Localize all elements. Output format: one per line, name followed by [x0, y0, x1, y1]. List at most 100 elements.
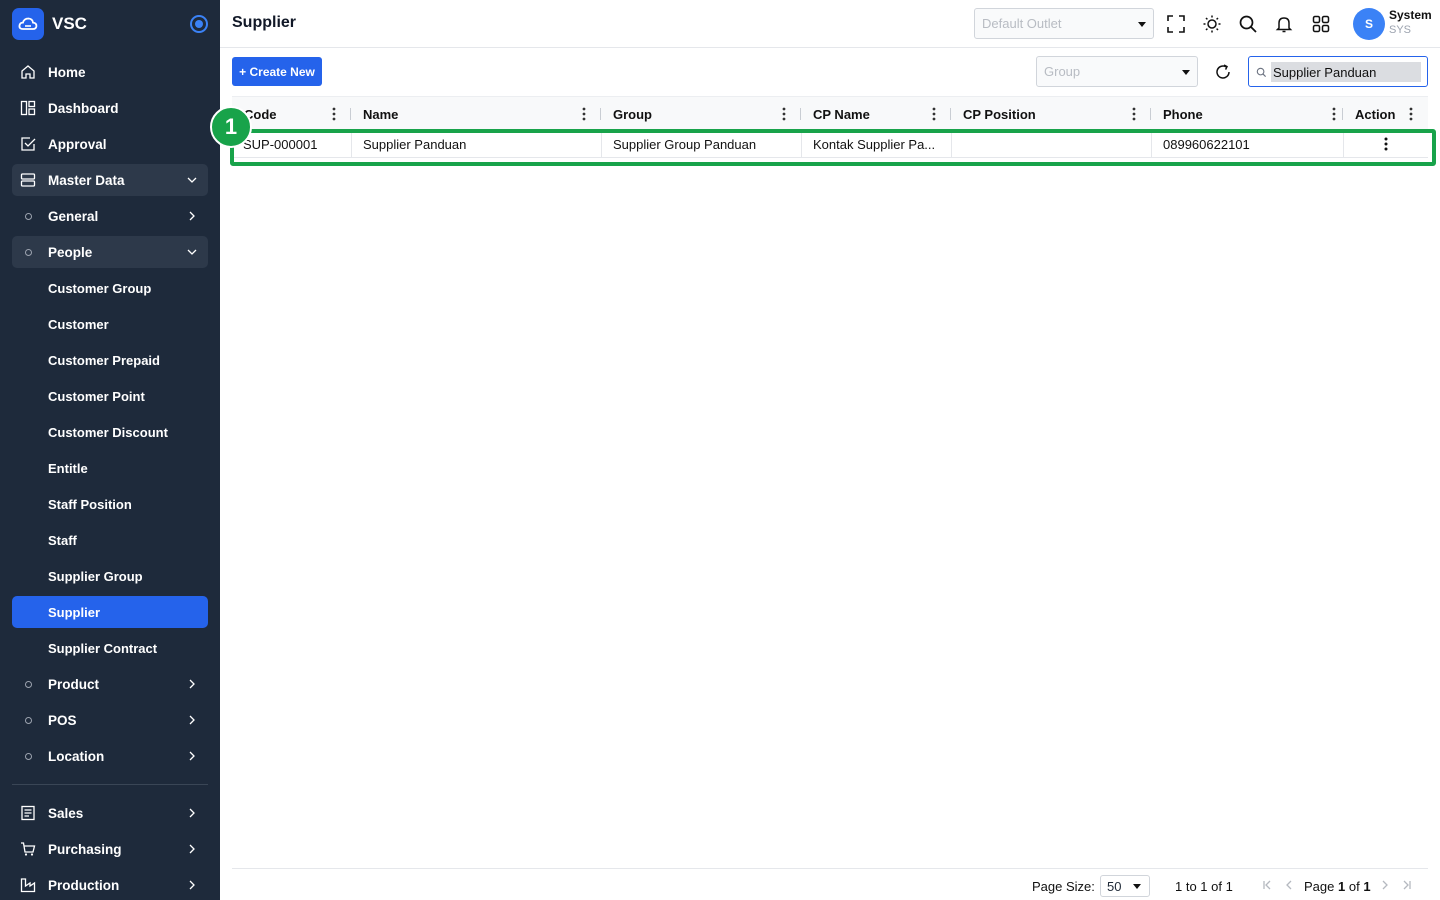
cell-group[interactable]: Supplier Group Panduan: [602, 130, 802, 158]
sidebar-item-label: Master Data: [48, 172, 125, 188]
column-menu-icon[interactable]: [1132, 107, 1136, 121]
column-header-action[interactable]: Action: [1344, 97, 1428, 131]
next-page-icon[interactable]: [1380, 880, 1390, 890]
sidebar-item-location[interactable]: Location: [12, 740, 208, 772]
page-current: 1: [1338, 879, 1346, 894]
column-header-cp-name[interactable]: CP Name: [802, 97, 952, 131]
column-header-cp-position[interactable]: CP Position: [952, 97, 1152, 131]
caret-down-icon: [1182, 70, 1190, 75]
column-menu-icon[interactable]: [1409, 107, 1413, 121]
search-input[interactable]: [1271, 62, 1421, 82]
search-icon: [1256, 67, 1267, 78]
sidebar-item-master-data[interactable]: Master Data: [12, 164, 208, 196]
sidebar-item-label: Customer: [48, 316, 109, 332]
sidebar-item-supplier-contract[interactable]: Supplier Contract: [12, 632, 208, 664]
sidebar-item-label: Production: [48, 877, 120, 893]
column-separator[interactable]: [800, 108, 801, 120]
circle-bullet-icon: [25, 753, 32, 760]
sidebar-item-supplier-group[interactable]: Supplier Group: [12, 560, 208, 592]
prev-page-icon[interactable]: [1284, 880, 1294, 890]
sidebar-item-pos[interactable]: POS: [12, 704, 208, 736]
dashboard-icon: [20, 100, 36, 116]
sidebar-item-staff[interactable]: Staff: [12, 524, 208, 556]
column-menu-icon[interactable]: [932, 107, 936, 121]
sidebar-item-sales[interactable]: Sales: [12, 797, 208, 829]
row-action-menu-icon[interactable]: [1384, 137, 1388, 151]
outlet-select[interactable]: Default Outlet: [974, 8, 1154, 39]
sidebar-item-label: Supplier Contract: [48, 640, 158, 656]
sidebar-item-customer[interactable]: Customer: [12, 308, 208, 340]
chevron-right-icon: [189, 808, 195, 818]
column-separator[interactable]: [950, 108, 951, 120]
first-page-icon[interactable]: [1262, 880, 1272, 890]
column-menu-icon[interactable]: [332, 107, 336, 121]
sidebar-toggle-icon[interactable]: [190, 15, 208, 33]
apps-grid-icon[interactable]: [1311, 14, 1331, 34]
sidebar-item-customer-point[interactable]: Customer Point: [12, 380, 208, 412]
chevron-right-icon: [189, 844, 195, 854]
chevron-right-icon: [189, 211, 195, 221]
sidebar-item-approval[interactable]: Approval: [12, 128, 208, 160]
column-menu-icon[interactable]: [582, 107, 586, 121]
cell-cp-position[interactable]: [952, 130, 1152, 158]
column-menu-icon[interactable]: [782, 107, 786, 121]
create-new-button[interactable]: + Create New: [232, 57, 322, 86]
sidebar-item-home[interactable]: Home: [12, 56, 208, 88]
row-range: 1 to 1 of 1: [1175, 879, 1233, 894]
column-header-group[interactable]: Group: [602, 97, 802, 131]
sidebar-item-label: POS: [48, 712, 77, 728]
sidebar-item-customer-group[interactable]: Customer Group: [12, 272, 208, 304]
circle-bullet-icon: [25, 249, 32, 256]
avatar[interactable]: S: [1353, 8, 1385, 40]
sidebar-item-staff-position[interactable]: Staff Position: [12, 488, 208, 520]
refresh-icon[interactable]: [1213, 62, 1233, 82]
sidebar-item-general[interactable]: General: [12, 200, 208, 232]
column-separator[interactable]: [350, 108, 351, 120]
top-header: Supplier Default Outlet S System SYS: [220, 0, 1440, 48]
sidebar-item-production[interactable]: Production: [12, 869, 208, 900]
chevron-down-icon: [187, 249, 197, 255]
user-code: SYS: [1389, 24, 1412, 36]
column-header-label: Phone: [1163, 107, 1203, 122]
sidebar-item-customer-discount[interactable]: Customer Discount: [12, 416, 208, 448]
supplier-grid: Code Name Group CP Name CP Position Phon…: [232, 96, 1428, 868]
sidebar-item-label: Staff: [48, 532, 77, 548]
chevron-right-icon: [189, 679, 195, 689]
bell-icon[interactable]: [1274, 14, 1294, 34]
column-separator[interactable]: [1150, 108, 1151, 120]
sidebar-item-dashboard[interactable]: Dashboard: [12, 92, 208, 124]
sidebar-item-purchasing[interactable]: Purchasing: [12, 833, 208, 865]
step-badge: 1: [210, 106, 252, 148]
page-total: 1: [1363, 879, 1371, 894]
sidebar-item-supplier[interactable]: Supplier: [12, 596, 208, 628]
page-title: Supplier: [232, 14, 297, 31]
sidebar-item-entitle[interactable]: Entitle: [12, 452, 208, 484]
sidebar-item-label: Home: [48, 64, 86, 80]
search-field[interactable]: [1248, 56, 1428, 87]
sidebar-item-product[interactable]: Product: [12, 668, 208, 700]
sun-icon[interactable]: [1202, 14, 1222, 34]
table-row[interactable]: SUP-000001 Supplier Panduan Supplier Gro…: [232, 130, 1428, 158]
cart-icon: [21, 842, 36, 856]
column-separator[interactable]: [1342, 108, 1343, 120]
cell-cp-name[interactable]: Kontak Supplier Pa...: [802, 130, 952, 158]
sidebar-item-customer-prepaid[interactable]: Customer Prepaid: [12, 344, 208, 376]
sidebar-item-people[interactable]: People: [12, 236, 208, 268]
user-name: System: [1389, 8, 1432, 22]
page-size-select[interactable]: 50: [1100, 875, 1150, 897]
approval-icon: [21, 137, 36, 151]
column-header-phone[interactable]: Phone: [1152, 97, 1344, 131]
group-filter-select[interactable]: Group: [1036, 56, 1198, 87]
cell-phone[interactable]: 089960622101: [1152, 130, 1344, 158]
group-select-placeholder: Group: [1044, 64, 1081, 79]
cell-name[interactable]: Supplier Panduan: [352, 130, 602, 158]
sidebar-item-label: Supplier: [48, 604, 101, 620]
column-header-name[interactable]: Name: [352, 97, 602, 131]
fullscreen-icon[interactable]: [1166, 14, 1186, 34]
search-icon[interactable]: [1238, 14, 1258, 34]
column-menu-icon[interactable]: [1332, 107, 1336, 121]
sidebar-item-label: Approval: [48, 136, 107, 152]
column-separator[interactable]: [600, 108, 601, 120]
chevron-right-icon: [189, 715, 195, 725]
last-page-icon[interactable]: [1402, 880, 1412, 890]
